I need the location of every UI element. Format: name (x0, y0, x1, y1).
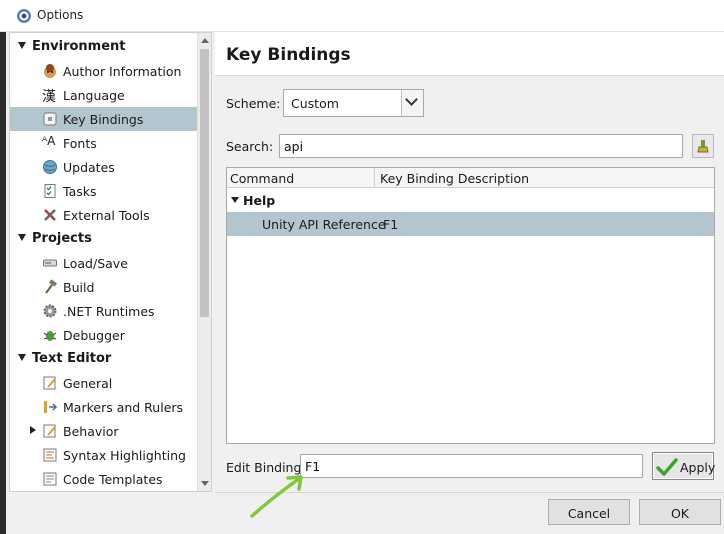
sidebar-scrollbar[interactable] (197, 33, 211, 491)
kanji-icon: 漢 (42, 89, 56, 105)
sidebar-item-behavior[interactable]: Behavior (10, 419, 198, 443)
title-bar: Options (0, 0, 724, 32)
command-cell: Unity API Reference (262, 217, 386, 232)
sidebar-item-label: Behavior (63, 424, 119, 439)
window-edge (0, 32, 6, 534)
binding-cell: F1 (383, 217, 399, 232)
scheme-label: Scheme: (226, 96, 281, 111)
cancel-label: Cancel (567, 506, 611, 521)
author-face-icon (44, 64, 56, 78)
sidebar-item-label: Code Templates (63, 472, 163, 487)
search-label: Search: (226, 139, 274, 154)
category-label: Environment (32, 39, 126, 54)
scheme-value: Custom (291, 96, 339, 111)
app-logo-icon (17, 9, 31, 23)
sidebar-item-debugger[interactable]: Debugger (10, 323, 198, 347)
sidebar-item-label: Author Information (63, 64, 182, 79)
broom-icon (697, 140, 709, 153)
options-sidebar: Environment Author Information 漢 Languag… (9, 32, 212, 492)
template-icon (43, 472, 57, 486)
cancel-button[interactable]: Cancel (548, 499, 630, 525)
sidebar-item-label: Tasks (63, 184, 97, 199)
sidebar-item-build[interactable]: Build (10, 275, 198, 299)
sidebar-item-general[interactable]: General (10, 371, 198, 395)
dropdown-button[interactable] (401, 90, 423, 116)
collapse-arrow-icon[interactable] (18, 354, 26, 361)
sidebar-item-label: External Tools (63, 208, 150, 223)
category-label: Text Editor (32, 351, 112, 366)
sidebar-item-label: Fonts (63, 136, 97, 151)
ok-button[interactable]: OK (639, 499, 721, 525)
sidebar-item-fonts[interactable]: ᴬA Fonts (10, 131, 198, 155)
sidebar-item-label: Load/Save (63, 256, 128, 271)
document-pencil-icon (43, 376, 56, 390)
sidebar-item-label: Debugger (63, 328, 125, 343)
scroll-down-icon[interactable] (201, 481, 209, 486)
tools-icon (44, 209, 56, 221)
sidebar-item-key-bindings[interactable]: Key Bindings (10, 107, 198, 131)
collapse-arrow-icon[interactable] (18, 234, 26, 241)
checkmark-icon (656, 458, 678, 476)
sidebar-item-label: .NET Runtimes (63, 304, 155, 319)
sidebar-item-updates[interactable]: Updates (10, 155, 198, 179)
font-size-icon: ᴬA (42, 134, 56, 148)
category-label: Projects (32, 231, 92, 246)
disk-drive-icon (43, 259, 57, 267)
sidebar-item-label: Build (63, 280, 95, 295)
sidebar-item-external-tools[interactable]: External Tools (10, 203, 198, 227)
page-header: Key Bindings (215, 32, 724, 76)
scrollbar-thumb[interactable] (200, 49, 209, 317)
sidebar-item-label: Updates (63, 160, 115, 175)
sidebar-item-load-save[interactable]: Load/Save (10, 251, 198, 275)
sidebar-item-label: General (63, 376, 113, 391)
scheme-select[interactable]: Custom (283, 89, 424, 117)
collapse-arrow-icon[interactable] (231, 197, 239, 203)
checklist-icon (44, 184, 56, 198)
markers-icon (44, 401, 58, 413)
window-title: Options (37, 8, 84, 22)
column-divider[interactable] (374, 168, 375, 188)
sidebar-item-net-runtimes[interactable]: .NET Runtimes (10, 299, 198, 323)
table-row[interactable]: Unity API Reference F1 (227, 212, 714, 236)
tree-category-environment[interactable]: Environment (10, 35, 198, 59)
apply-button[interactable]: Apply (652, 452, 716, 480)
apply-label: Apply (680, 460, 716, 475)
column-header-command[interactable]: Command (230, 171, 294, 186)
sidebar-item-tasks[interactable]: Tasks (10, 179, 198, 203)
sidebar-item-label: Language (63, 88, 125, 103)
sidebar-item-label: Syntax Highlighting (63, 448, 186, 463)
chevron-down-icon (405, 93, 418, 106)
sidebar-item-code-templates[interactable]: Code Templates (10, 467, 198, 491)
globe-icon (43, 160, 57, 174)
ok-label: OK (670, 506, 690, 521)
annotation-arrow-icon (250, 475, 303, 518)
document-lines-icon (43, 448, 57, 462)
scroll-up-icon[interactable] (201, 38, 209, 43)
sidebar-item-label: Key Bindings (63, 112, 144, 127)
clear-search-button[interactable] (692, 134, 714, 158)
key-bindings-table[interactable]: Command Key Binding Description Help Uni… (226, 167, 715, 444)
table-header: Command Key Binding Description (227, 168, 714, 188)
tree-category-projects[interactable]: Projects (10, 227, 198, 251)
group-label: Help (243, 193, 276, 208)
document-pencil-icon (43, 424, 56, 438)
hammer-icon (45, 279, 58, 294)
search-input[interactable] (279, 134, 683, 158)
edit-binding-input[interactable] (300, 454, 643, 478)
collapse-arrow-icon[interactable] (18, 42, 26, 49)
sidebar-item-label: Markers and Rulers (63, 400, 184, 415)
tree-category-text-editor[interactable]: Text Editor (10, 347, 198, 371)
sidebar-item-language[interactable]: 漢 Language (10, 83, 198, 107)
sidebar-item-markers-and-rulers[interactable]: Markers and Rulers (10, 395, 198, 419)
keyboard-key-icon (43, 112, 57, 126)
expand-arrow-icon[interactable] (30, 426, 36, 434)
sidebar-item-syntax-highlighting[interactable]: Syntax Highlighting (10, 443, 198, 467)
bug-icon (43, 331, 57, 341)
sidebar-item-author-information[interactable]: Author Information (10, 59, 198, 83)
table-group-row[interactable]: Help (227, 188, 714, 212)
column-header-description[interactable]: Key Binding Description (380, 171, 529, 186)
gear-icon (43, 304, 57, 318)
page-title: Key Bindings (226, 45, 351, 65)
